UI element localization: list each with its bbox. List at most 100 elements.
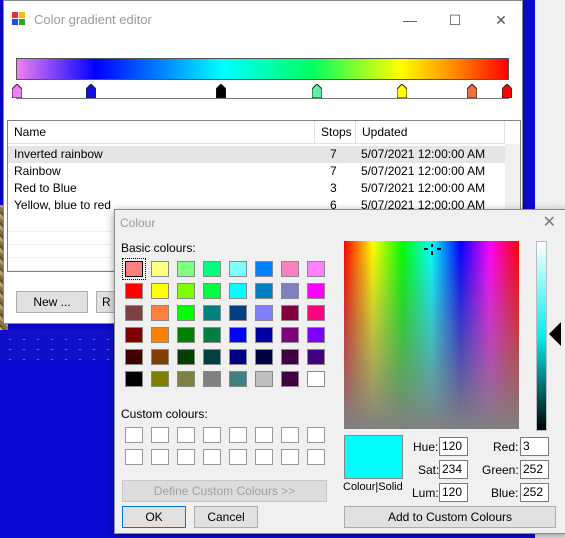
- gradient-stop-marker[interactable]: [12, 84, 22, 98]
- basic-colour-swatch[interactable]: [229, 349, 247, 365]
- red-input[interactable]: 3: [520, 437, 549, 456]
- custom-colour-slot[interactable]: [151, 449, 169, 465]
- luminosity-slider-arrow-icon[interactable]: [549, 322, 561, 346]
- basic-colour-swatch[interactable]: [151, 371, 169, 387]
- basic-colour-swatch[interactable]: [229, 305, 247, 321]
- basic-colour-swatch[interactable]: [151, 327, 169, 343]
- custom-colour-slot[interactable]: [177, 427, 195, 443]
- sat-label: Sat:: [418, 463, 440, 477]
- basic-colour-swatch[interactable]: [281, 371, 299, 387]
- custom-colour-slot[interactable]: [203, 449, 221, 465]
- basic-colour-swatch[interactable]: [229, 283, 247, 299]
- basic-colour-swatch[interactable]: [203, 261, 221, 277]
- basic-colour-swatch[interactable]: [281, 305, 299, 321]
- basic-colour-swatch[interactable]: [281, 327, 299, 343]
- custom-colour-slot[interactable]: [177, 449, 195, 465]
- basic-colour-swatch[interactable]: [177, 305, 195, 321]
- basic-colour-swatch[interactable]: [229, 327, 247, 343]
- crosshair-icon[interactable]: [424, 244, 442, 256]
- basic-colour-swatch[interactable]: [307, 305, 325, 321]
- gradient-stop-marker[interactable]: [312, 84, 322, 98]
- add-to-custom-colours-button[interactable]: Add to Custom Colours: [344, 506, 556, 528]
- custom-colour-slot[interactable]: [307, 427, 325, 443]
- basic-colour-swatch[interactable]: [203, 327, 221, 343]
- gradient-stop-marker[interactable]: [216, 84, 226, 98]
- custom-colour-slot[interactable]: [281, 427, 299, 443]
- basic-colour-swatch[interactable]: [125, 283, 143, 299]
- table-row[interactable]: Red to Blue 3 5/07/2021 12:00:00 AM: [8, 180, 505, 197]
- custom-colour-slot[interactable]: [125, 449, 143, 465]
- basic-colour-swatch[interactable]: [307, 283, 325, 299]
- basic-colour-swatch[interactable]: [177, 283, 195, 299]
- gradient-stop-marker[interactable]: [397, 84, 407, 98]
- basic-colour-swatch[interactable]: [255, 261, 273, 277]
- basic-colour-swatch[interactable]: [203, 349, 221, 365]
- colour-spectrum[interactable]: [344, 241, 519, 429]
- basic-colour-swatch[interactable]: [281, 261, 299, 277]
- column-header-name[interactable]: Name: [8, 121, 315, 144]
- basic-colour-swatch[interactable]: [255, 305, 273, 321]
- basic-colour-swatch[interactable]: [122, 258, 146, 280]
- basic-colour-swatch[interactable]: [203, 305, 221, 321]
- lum-input[interactable]: 120: [439, 483, 468, 502]
- gradient-stop-marker[interactable]: [502, 84, 512, 98]
- custom-colour-slot[interactable]: [229, 449, 247, 465]
- basic-colour-swatch[interactable]: [281, 283, 299, 299]
- basic-colour-swatch[interactable]: [307, 371, 325, 387]
- basic-colour-swatch[interactable]: [203, 283, 221, 299]
- basic-colour-swatch[interactable]: [177, 327, 195, 343]
- basic-colour-swatch[interactable]: [307, 261, 325, 277]
- basic-colour-swatch[interactable]: [177, 349, 195, 365]
- basic-colour-swatch[interactable]: [151, 283, 169, 299]
- gradient-stop-marker[interactable]: [467, 84, 477, 98]
- define-custom-colours-button[interactable]: Define Custom Colours >>: [122, 480, 327, 502]
- basic-colour-swatch[interactable]: [177, 371, 195, 387]
- close-button[interactable]: ✕: [486, 9, 516, 31]
- basic-colour-swatch[interactable]: [151, 305, 169, 321]
- hue-input[interactable]: 120: [439, 437, 468, 456]
- gradient-preview-bar[interactable]: [16, 58, 509, 80]
- basic-colour-swatch[interactable]: [125, 327, 143, 343]
- dialog-close-icon[interactable]: ✕: [543, 212, 556, 232]
- row-name-cell: Red to Blue: [14, 181, 77, 195]
- custom-colour-slot[interactable]: [307, 449, 325, 465]
- basic-colour-swatch[interactable]: [151, 261, 169, 277]
- gradient-stop-marker[interactable]: [86, 84, 96, 98]
- basic-colour-swatch[interactable]: [255, 349, 273, 365]
- custom-colour-slot[interactable]: [203, 427, 221, 443]
- basic-colour-swatch[interactable]: [255, 283, 273, 299]
- table-row[interactable]: Rainbow 7 5/07/2021 12:00:00 AM: [8, 163, 505, 180]
- basic-colour-swatch[interactable]: [125, 305, 143, 321]
- custom-colour-slot[interactable]: [151, 427, 169, 443]
- cancel-button[interactable]: Cancel: [194, 506, 258, 528]
- green-input[interactable]: 252: [520, 460, 549, 479]
- sat-input[interactable]: 234: [439, 460, 468, 479]
- basic-colour-swatch[interactable]: [307, 327, 325, 343]
- row-updated-cell: 5/07/2021 12:00:00 AM: [361, 147, 486, 161]
- custom-colour-slot[interactable]: [281, 449, 299, 465]
- basic-colour-swatch[interactable]: [255, 371, 273, 387]
- custom-colour-slot[interactable]: [255, 449, 273, 465]
- custom-colour-slot[interactable]: [125, 427, 143, 443]
- basic-colour-swatch[interactable]: [229, 261, 247, 277]
- basic-colour-swatch[interactable]: [203, 371, 221, 387]
- column-header-updated[interactable]: Updated: [356, 121, 505, 144]
- basic-colour-swatch[interactable]: [125, 349, 143, 365]
- blue-input[interactable]: 252: [520, 483, 549, 502]
- maximize-button[interactable]: ☐: [440, 9, 470, 31]
- basic-colour-swatch[interactable]: [177, 261, 195, 277]
- basic-colour-swatch[interactable]: [229, 371, 247, 387]
- custom-colour-slot[interactable]: [229, 427, 247, 443]
- luminosity-bar[interactable]: [536, 241, 547, 431]
- column-header-stops[interactable]: Stops: [315, 121, 356, 144]
- basic-colour-swatch[interactable]: [307, 349, 325, 365]
- basic-colour-swatch[interactable]: [125, 371, 143, 387]
- minimize-button[interactable]: —: [395, 9, 425, 31]
- table-row[interactable]: Inverted rainbow 7 5/07/2021 12:00:00 AM: [8, 146, 505, 163]
- basic-colour-swatch[interactable]: [151, 349, 169, 365]
- basic-colour-swatch[interactable]: [281, 349, 299, 365]
- custom-colour-slot[interactable]: [255, 427, 273, 443]
- basic-colour-swatch[interactable]: [255, 327, 273, 343]
- ok-button[interactable]: OK: [122, 506, 186, 528]
- new-button[interactable]: New ...: [16, 291, 88, 313]
